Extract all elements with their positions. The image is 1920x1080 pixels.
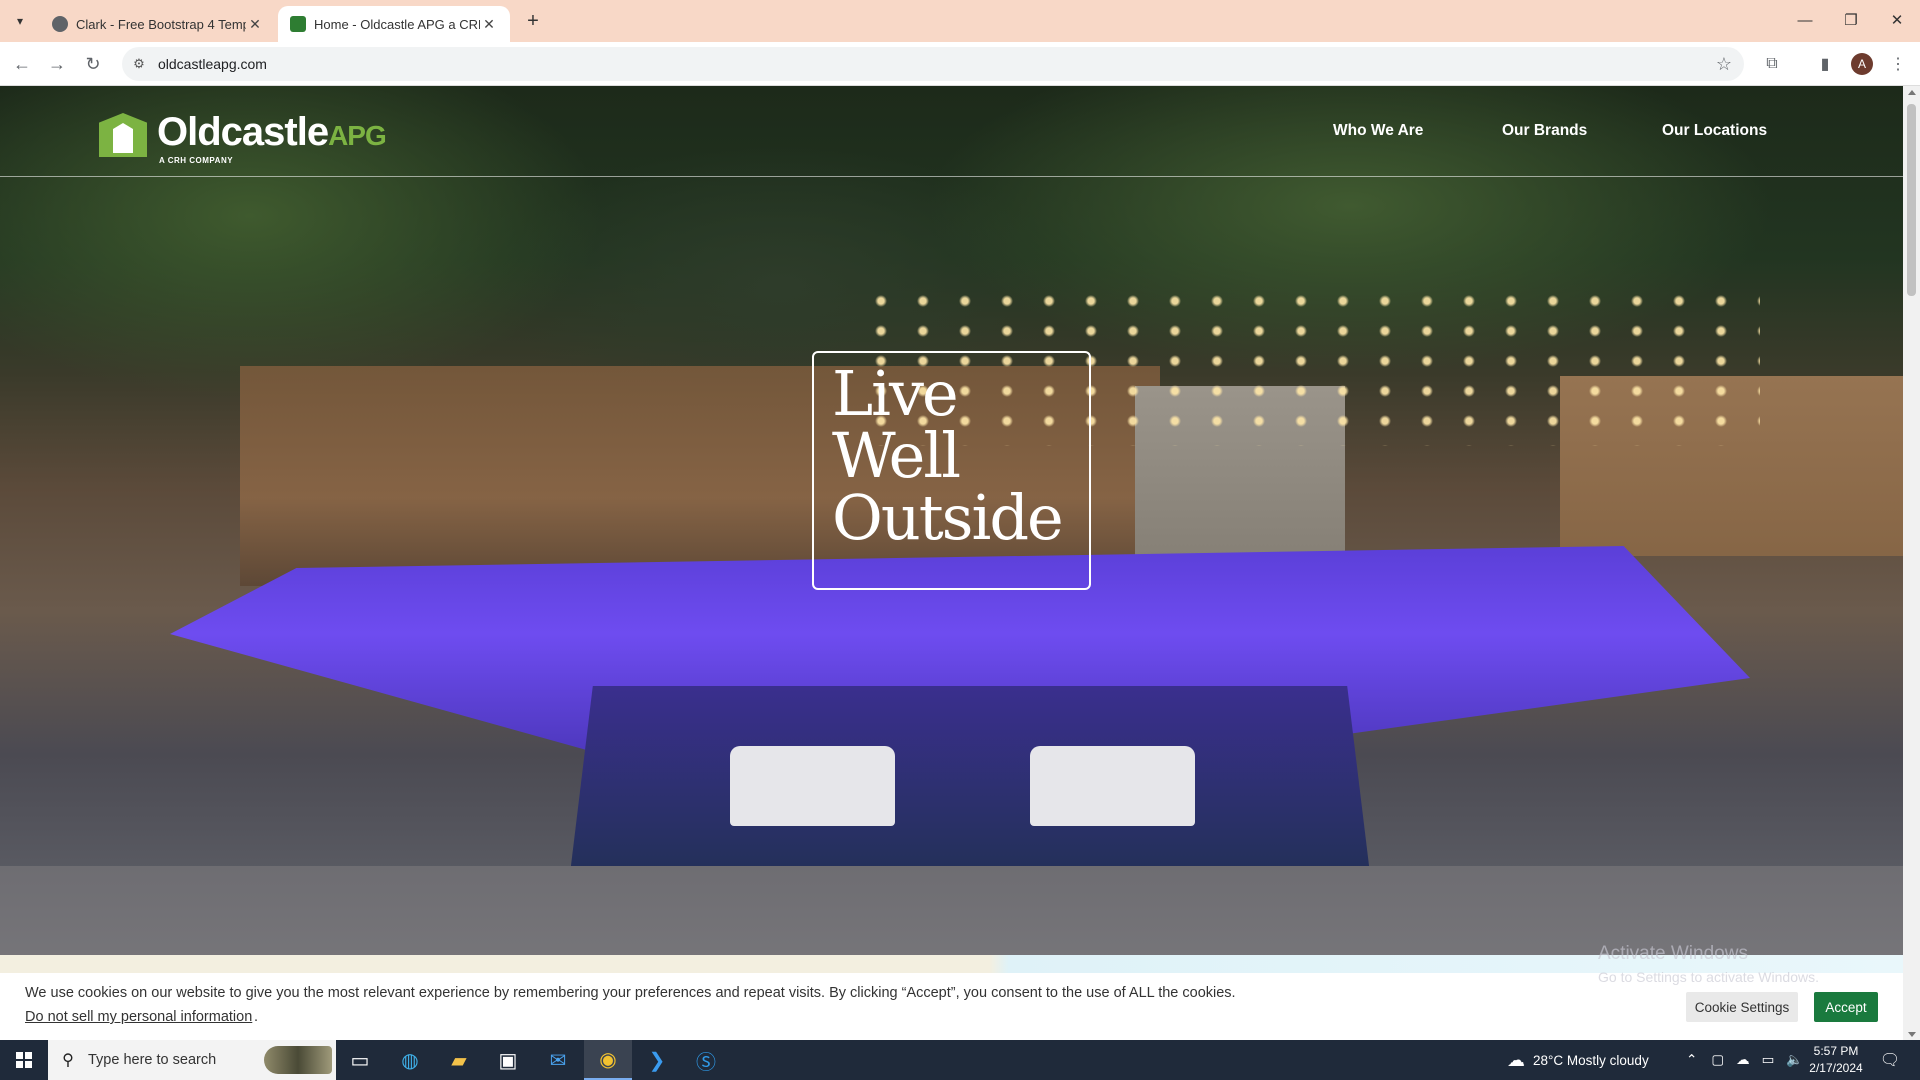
logo-suffix: APG (328, 119, 387, 151)
task-view-icon[interactable]: ▭ (336, 1040, 384, 1080)
watermark-subtitle: Go to Settings to activate Windows. (1598, 969, 1819, 985)
logo-word: Oldcastle (157, 109, 329, 154)
web-page: OldcastleAPG A CRH COMPANY Who We Are Ou… (0, 86, 1920, 1041)
taskbar-clock[interactable]: 5:57 PM 2/17/2024 (1788, 1043, 1884, 1077)
nav-our-locations[interactable]: Our Locations (1662, 122, 1767, 140)
nav-our-brands[interactable]: Our Brands (1502, 122, 1587, 140)
tab-search-chevron-icon[interactable]: ▾ (8, 9, 32, 33)
search-icon: ⚲ (62, 1052, 74, 1069)
browser-tab-bar: ▾ Clark - Free Bootstrap 4 Templa ✕ Home… (0, 0, 1920, 42)
cookie-link-period: . (254, 1009, 259, 1025)
scroll-up-arrow-icon[interactable] (1908, 90, 1916, 95)
logo-subtitle: A CRH COMPANY (159, 155, 234, 165)
battery-icon[interactable]: ▭ (1762, 1052, 1775, 1068)
tab-close-icon[interactable]: ✕ (246, 15, 264, 33)
taskbar-search-placeholder: Type here to search (88, 1052, 217, 1068)
browser-toolbar: ← → ↻ ⚙ oldcastleapg.com ☆ ⧉ ▮ ⋮ (0, 42, 1920, 86)
windows-logo-icon (16, 1052, 32, 1068)
minimize-icon[interactable]: — (1782, 0, 1828, 40)
clock-time: 5:57 PM (1813, 1044, 1859, 1058)
nav-who-we-are[interactable]: Who We Are (1333, 122, 1423, 140)
chrome-icon[interactable]: ◉ (584, 1040, 632, 1080)
reload-icon[interactable]: ↻ (79, 50, 107, 78)
vscode-icon[interactable]: ❯ (633, 1040, 681, 1080)
hero-lounger (730, 746, 895, 826)
restore-icon[interactable]: ❐ (1828, 0, 1874, 40)
site-logo[interactable]: OldcastleAPG A CRH COMPANY (99, 105, 387, 165)
tab-clark[interactable]: Clark - Free Bootstrap 4 Templa ✕ (40, 6, 276, 42)
skype-icon[interactable]: Ⓢ (682, 1040, 730, 1080)
globe-favicon-icon (52, 16, 68, 32)
tab-close-icon[interactable]: ✕ (480, 15, 498, 33)
mail-icon[interactable]: ✉ (534, 1040, 582, 1080)
extensions-icon[interactable]: ⧉ (1759, 51, 1785, 77)
window-close-icon[interactable]: ✕ (1874, 0, 1920, 40)
site-settings-icon[interactable]: ⚙ (122, 47, 156, 81)
browser-menu-icon[interactable]: ⋮ (1885, 51, 1911, 77)
profile-avatar[interactable]: A (1851, 53, 1873, 75)
accept-cookies-button[interactable]: Accept (1814, 992, 1878, 1022)
chevron-up-icon[interactable]: ⌃ (1686, 1052, 1697, 1068)
header-divider (0, 176, 1903, 177)
tab-oldcastle[interactable]: Home - Oldcastle APG a CRH C ✕ (278, 6, 510, 42)
tagline-line: Outside (832, 481, 1064, 554)
cookie-message: We use cookies on our website to give yo… (25, 985, 1236, 1001)
onedrive-icon[interactable]: ☁ (1736, 1052, 1750, 1068)
tab-label: Clark - Free Bootstrap 4 Templa (76, 16, 246, 32)
url-text[interactable]: oldcastleapg.com (158, 56, 267, 72)
store-icon[interactable]: ▣ (484, 1040, 532, 1080)
taskbar-search[interactable]: ⚲ Type here to search (48, 1040, 336, 1080)
hero-lounger (1030, 746, 1195, 826)
back-arrow-icon[interactable]: ← (8, 50, 36, 78)
cookie-settings-button[interactable]: Cookie Settings (1686, 992, 1798, 1022)
address-bar[interactable]: ⚙ oldcastleapg.com ☆ (122, 47, 1744, 81)
cookie-consent-bar: We use cookies on our website to give yo… (0, 943, 1903, 1040)
scroll-thumb[interactable] (1907, 104, 1916, 296)
page-scrollbar[interactable] (1903, 86, 1920, 1041)
activate-windows-watermark: Activate Windows Go to Settings to activ… (1598, 943, 1819, 985)
meet-now-icon[interactable]: ▢ (1711, 1052, 1724, 1068)
forward-arrow-icon[interactable]: → (43, 50, 71, 78)
hero-section: OldcastleAPG A CRH COMPANY Who We Are Ou… (0, 86, 1903, 1041)
start-button[interactable] (0, 1040, 48, 1080)
clock-date: 2/17/2024 (1809, 1061, 1863, 1075)
new-tab-plus-icon[interactable]: + (520, 8, 546, 34)
tagline-line: Well (832, 419, 961, 492)
weather-widget[interactable]: ☁ 28°C Mostly cloudy (1507, 1040, 1649, 1080)
scroll-down-arrow-icon[interactable] (1908, 1032, 1916, 1037)
file-explorer-icon[interactable]: ▰ (435, 1040, 483, 1080)
do-not-sell-link[interactable]: Do not sell my personal information (25, 1009, 252, 1025)
tab-label: Home - Oldcastle APG a CRH C (314, 16, 480, 32)
cloud-icon: ☁ (1507, 1049, 1525, 1070)
edge-icon[interactable]: ◍ (386, 1040, 434, 1080)
windows-taskbar: ⚲ Type here to search ▭ ◍ ▰ ▣ ✉ ◉ ❯ Ⓢ ☁ … (0, 1040, 1920, 1080)
side-panel-icon[interactable]: ▮ (1812, 51, 1838, 77)
notification-center-icon[interactable]: 🗨 (1878, 1048, 1902, 1072)
oldcastle-favicon-icon (290, 16, 306, 32)
bookmark-star-icon[interactable]: ☆ (1716, 54, 1732, 75)
search-highlight-image (264, 1046, 332, 1074)
watermark-title: Activate Windows (1598, 943, 1748, 964)
tray-icons: ⌃ ▢ ☁ ▭ 🔈 (1686, 1040, 1803, 1080)
weather-text: 28°C Mostly cloudy (1533, 1052, 1649, 1068)
hero-tagline-box: Live Well Outside (812, 351, 1091, 590)
oldcastle-logo-icon (99, 107, 147, 157)
tagline-line: Live (832, 357, 959, 430)
